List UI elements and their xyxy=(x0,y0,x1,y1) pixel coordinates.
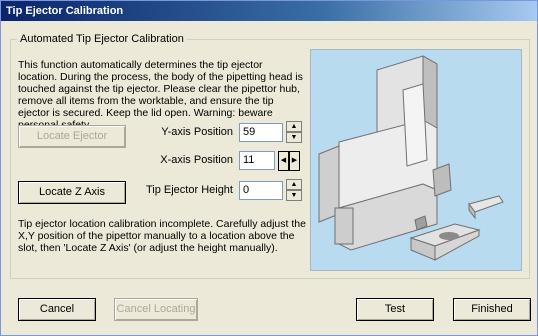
x-axis-field[interactable]: 11 xyxy=(239,151,275,170)
y-axis-spinner[interactable]: ▲ ▼ xyxy=(286,121,302,143)
x-axis-spinner[interactable]: ◀ ▶ xyxy=(278,151,300,171)
tip-ejector-height-field[interactable]: 0 xyxy=(239,181,283,200)
test-button[interactable]: Test xyxy=(356,298,434,321)
height-spinner[interactable]: ▲ ▼ xyxy=(286,179,302,201)
y-axis-field[interactable]: 59 xyxy=(239,123,283,142)
cancel-locating-button[interactable]: Cancel Locating xyxy=(114,298,198,321)
spin-right-icon[interactable]: ▶ xyxy=(289,151,300,171)
spin-up-icon[interactable]: ▲ xyxy=(286,179,302,190)
x-axis-label: X-axis Position xyxy=(160,154,233,166)
instructions-text: This function automatically determines t… xyxy=(18,59,303,131)
spin-down-icon[interactable]: ▼ xyxy=(286,132,302,143)
window-title: Tip Ejector Calibration xyxy=(1,1,537,21)
groupbox-title: Automated Tip Ejector Calibration xyxy=(17,33,187,45)
y-axis-label: Y-axis Position xyxy=(161,126,233,138)
calibration-window: Tip Ejector Calibration Automated Tip Ej… xyxy=(0,0,538,336)
finished-button[interactable]: Finished xyxy=(453,298,531,321)
spin-left-icon[interactable]: ◀ xyxy=(278,151,289,171)
cancel-button[interactable]: Cancel xyxy=(18,298,96,321)
locate-ejector-button[interactable]: Locate Ejector xyxy=(18,125,126,148)
tip-ejector-height-label: Tip Ejector Height xyxy=(145,184,233,196)
pipetting-head-icon xyxy=(318,55,504,261)
spin-down-icon[interactable]: ▼ xyxy=(286,190,302,201)
ejector-illustration xyxy=(310,49,522,271)
locate-z-axis-button[interactable]: Locate Z Axis xyxy=(18,181,126,204)
spin-up-icon[interactable]: ▲ xyxy=(286,121,302,132)
status-text: Tip ejector location calibration incompl… xyxy=(18,218,306,254)
